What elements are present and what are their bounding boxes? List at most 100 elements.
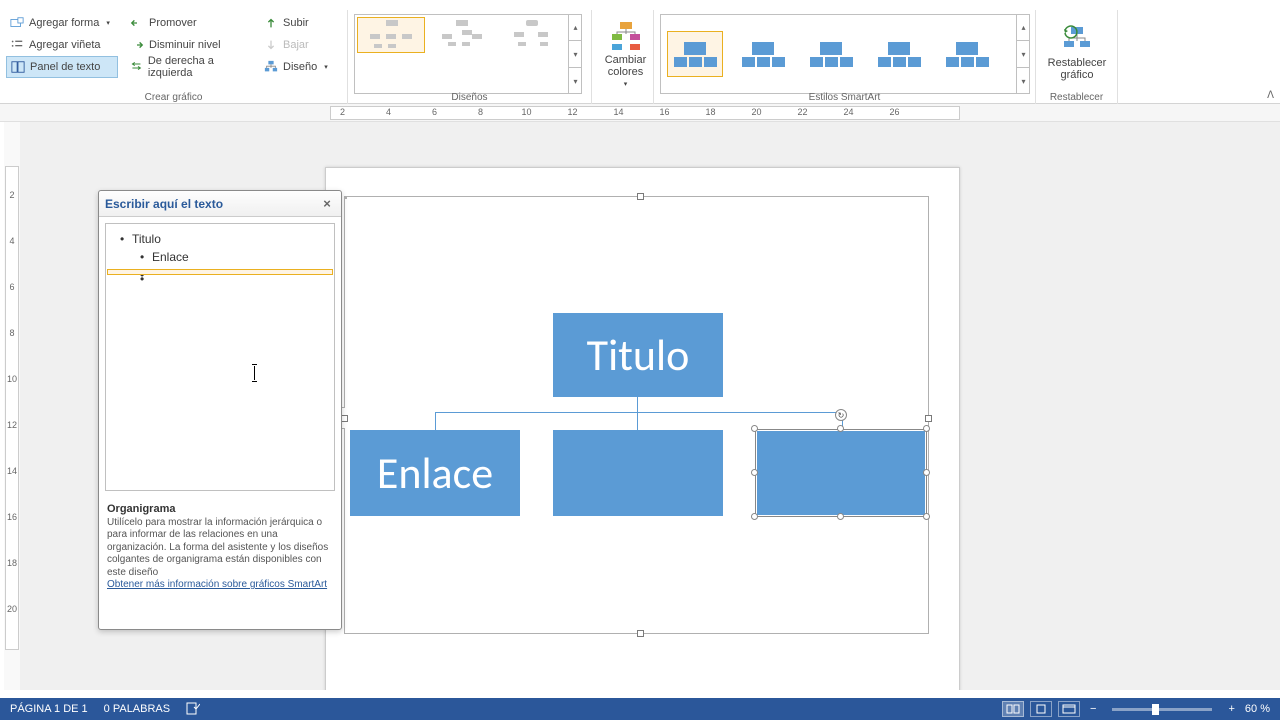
text-cursor-icon <box>254 366 255 380</box>
rtl-icon <box>130 60 143 74</box>
agregar-forma-button[interactable]: Agregar forma ▾ <box>6 12 118 34</box>
scroll-down-icon[interactable]: ▾ <box>1017 41 1030 68</box>
text-item-2[interactable]: Enlace <box>108 248 332 266</box>
connector-line <box>435 412 843 413</box>
scroll-more-icon[interactable]: ▾ <box>569 68 582 94</box>
group-label-estilos: Estilos SmartArt <box>654 92 1035 103</box>
zoom-level[interactable]: 60 % <box>1245 703 1270 715</box>
cambiar-colores-button[interactable]: Cambiar colores ▾ <box>598 12 653 92</box>
text-item-1-label: Titulo <box>132 232 161 246</box>
resize-handle[interactable] <box>837 425 844 432</box>
view-print-button[interactable] <box>1030 701 1052 717</box>
view-web-button[interactable] <box>1058 701 1080 717</box>
styles-gallery[interactable]: ▴▾▾ <box>660 14 1030 94</box>
agregar-forma-label: Agregar forma <box>29 17 99 29</box>
scroll-more-icon[interactable]: ▾ <box>1017 68 1030 94</box>
ribbon-collapse-button[interactable]: ᐱ <box>1267 90 1274 101</box>
page[interactable]: ▸ Titulo Enlace ↻ <box>325 167 960 690</box>
dropdown-icon: ▾ <box>324 63 328 71</box>
zoom-slider[interactable] <box>1112 708 1212 711</box>
status-words[interactable]: 0 PALABRAS <box>104 703 170 715</box>
resize-handle[interactable] <box>751 469 758 476</box>
cambiar-colores-label: Cambiar colores <box>598 54 653 78</box>
resize-handle[interactable] <box>751 425 758 432</box>
promover-button[interactable]: Promover <box>126 12 256 34</box>
bajar-button[interactable]: Bajar <box>260 34 336 56</box>
dropdown-icon: ▾ <box>624 80 628 88</box>
diseno-button[interactable]: Diseño ▾ <box>260 56 336 78</box>
change-colors-icon <box>610 20 642 52</box>
style-option-3[interactable] <box>803 31 859 77</box>
scroll-down-icon[interactable]: ▾ <box>569 41 582 68</box>
zoom-in-button[interactable]: + <box>1224 703 1238 715</box>
group-label-reset: Restablecer <box>1036 92 1117 103</box>
disminuir-button[interactable]: Disminuir nivel <box>126 34 256 56</box>
layout-option-5[interactable] <box>427 55 495 91</box>
connector-line <box>637 397 638 412</box>
text-item-1[interactable]: Titulo <box>108 230 332 248</box>
layouts-scroll[interactable]: ▴▾▾ <box>568 14 582 94</box>
panel-texto-label: Panel de texto <box>30 61 100 73</box>
scroll-up-icon[interactable]: ▴ <box>1017 14 1030 41</box>
subir-button[interactable]: Subir <box>260 12 336 34</box>
promote-icon <box>130 16 144 30</box>
reset-label-2: gráfico <box>1060 69 1093 81</box>
add-shape-icon <box>10 16 24 30</box>
layout-option-2[interactable] <box>427 17 495 53</box>
group-crear-grafico: Agregar forma ▾ Agregar viñeta Panel de … <box>0 10 348 104</box>
ribbon: Agregar forma ▾ Agregar viñeta Panel de … <box>0 10 1280 104</box>
rotate-handle-icon[interactable]: ↻ <box>835 409 847 421</box>
text-item-4-active[interactable] <box>107 269 333 275</box>
status-bar: PÁGINA 1 DE 1 0 PALABRAS − + 60 % <box>0 698 1280 720</box>
scroll-up-icon[interactable]: ▴ <box>569 14 582 41</box>
style-option-2[interactable] <box>735 31 791 77</box>
smartart-text-pane[interactable]: Escribir aquí el texto × Titulo Enlace O… <box>98 190 342 630</box>
text-pane-body[interactable]: Titulo Enlace <box>105 223 335 491</box>
style-option-5[interactable] <box>939 31 995 77</box>
layout-option-1[interactable] <box>357 17 425 53</box>
style-option-4[interactable] <box>871 31 927 77</box>
panel-texto-button[interactable]: Panel de texto <box>6 56 118 78</box>
close-icon[interactable]: × <box>319 196 335 212</box>
view-read-button[interactable] <box>1002 701 1024 717</box>
resize-handle[interactable] <box>923 425 930 432</box>
proofing-icon[interactable] <box>186 701 200 718</box>
style-option-1[interactable] <box>667 31 723 77</box>
vertical-ruler[interactable]: 2468101214161820 <box>4 122 20 690</box>
zoom-thumb[interactable] <box>1152 704 1159 715</box>
move-up-icon <box>264 16 278 30</box>
resize-handle[interactable] <box>923 513 930 520</box>
layout-option-6[interactable] <box>497 55 565 91</box>
smartart-child-3-selected[interactable] <box>755 429 927 517</box>
horizontal-ruler[interactable]: 2468101214161820222426 <box>0 104 1280 122</box>
smartart-child-2[interactable] <box>553 430 723 516</box>
resize-handle[interactable] <box>751 513 758 520</box>
diseno-label: Diseño <box>283 61 317 73</box>
connector-line <box>637 412 638 430</box>
text-pane-title: Escribir aquí el texto <box>105 197 223 211</box>
styles-scroll[interactable]: ▴▾▾ <box>1016 14 1030 94</box>
agregar-vineta-button[interactable]: Agregar viñeta <box>6 34 118 56</box>
text-item-2-label: Enlace <box>152 250 189 264</box>
layout-option-4[interactable] <box>357 55 425 91</box>
text-pane-header: Escribir aquí el texto × <box>99 191 341 217</box>
bajar-label: Bajar <box>283 39 309 51</box>
rtl-button[interactable]: De derecha a izquierda <box>126 56 256 78</box>
restablecer-button[interactable]: Restablecer gráfico <box>1042 12 1112 92</box>
smartart-child-1[interactable]: Enlace <box>350 430 520 516</box>
smartart-child-1-text: Enlace <box>377 446 493 500</box>
resize-handle[interactable] <box>923 469 930 476</box>
text-pane-icon <box>11 60 25 74</box>
smartart-canvas[interactable]: ▸ Titulo Enlace ↻ <box>344 196 929 634</box>
resize-handle[interactable] <box>837 513 844 520</box>
layouts-gallery[interactable]: ▴▾▾ <box>354 14 582 94</box>
promover-label: Promover <box>149 17 197 29</box>
smartart-title-box[interactable]: Titulo <box>553 313 723 397</box>
dropdown-icon: ▾ <box>106 19 110 27</box>
zoom-out-button[interactable]: − <box>1086 703 1100 715</box>
info-title: Organigrama <box>107 503 333 517</box>
layout-option-3[interactable] <box>497 17 565 53</box>
move-down-icon <box>264 38 278 52</box>
info-link[interactable]: Obtener más información sobre gráficos S… <box>107 579 327 590</box>
status-page[interactable]: PÁGINA 1 DE 1 <box>10 703 88 715</box>
